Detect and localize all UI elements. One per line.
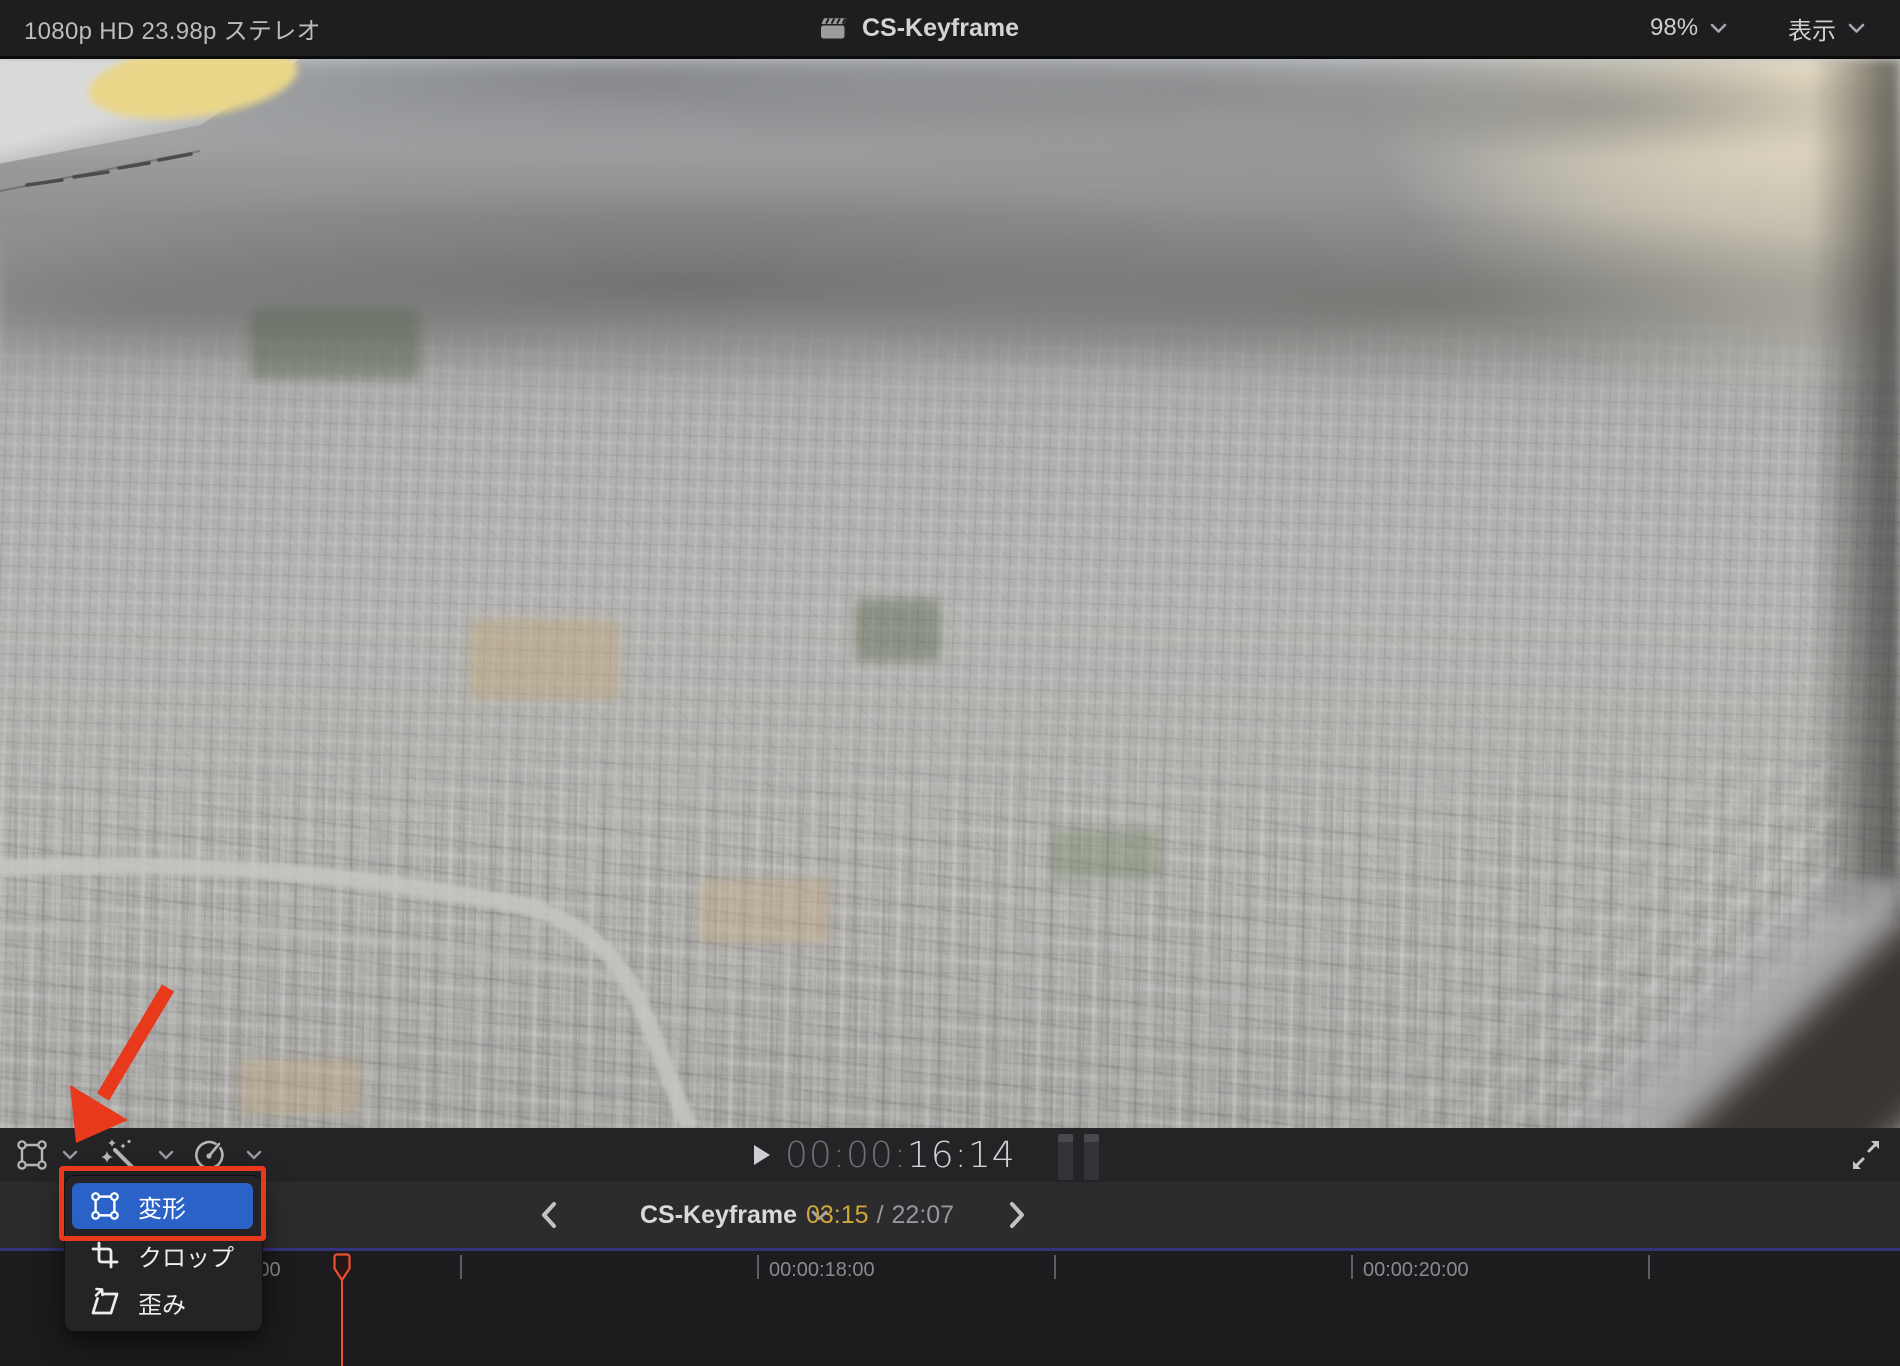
timecode-current: 16:14 (906, 1134, 1016, 1176)
transform-icon (17, 1140, 47, 1170)
menu-item-label: クロップ (138, 1244, 234, 1272)
chevron-left-icon (542, 1202, 556, 1228)
tan-field-patch (470, 619, 620, 699)
playhead[interactable] (332, 1251, 352, 1366)
aerial-city-photo (0, 59, 1900, 1128)
clapperboard-icon (818, 16, 848, 40)
ruler-tick (1648, 1255, 1650, 1279)
total-time: 22:07 (891, 1200, 955, 1229)
format-label: 1080p HD 23.98p ステレオ (24, 17, 321, 45)
timecode-display[interactable]: 00:00:16:14 (785, 1135, 1016, 1176)
crop-icon (91, 1241, 119, 1269)
ruler-tick (757, 1255, 759, 1279)
timeline-ruler[interactable]: 00:00:16:0000:00:18:0000:00:20:00 (0, 1251, 1900, 1366)
timeline-project-dropdown[interactable]: CS-Keyframe (640, 1182, 828, 1248)
viewer-canvas[interactable] (0, 56, 1900, 1128)
play-button[interactable] (753, 1144, 771, 1166)
project-title: CS-Keyframe (862, 13, 1020, 42)
playhead-line (340, 1279, 344, 1366)
ruler-label: 00:00:20:00 (1363, 1259, 1469, 1281)
elapsed-time: 03:15 (806, 1200, 869, 1229)
audio-meter-right (1084, 1134, 1099, 1180)
green-park-patch (855, 599, 940, 661)
green-field-patch (1050, 829, 1160, 881)
next-project-button[interactable] (1008, 1182, 1026, 1248)
green-hill-patch (250, 309, 420, 379)
audio-meter-left (1058, 1134, 1073, 1180)
timeline-header: CS-Keyframe 03:15 / 22:07 (0, 1182, 1900, 1248)
menu-item-distort[interactable]: 歪み (72, 1279, 253, 1325)
viewer-toolbar: 00:00:16:14 (0, 1128, 1900, 1182)
timecode-prefix: 00:00: (785, 1134, 907, 1176)
annotation-highlight-box (59, 1166, 266, 1241)
ruler-label: 00:00:18:00 (769, 1259, 875, 1281)
timeline-time-display: 03:15 / 22:07 (806, 1182, 954, 1248)
river (0, 856, 698, 1128)
ruler-tick (1351, 1255, 1353, 1279)
chevron-down-icon (1848, 23, 1865, 34)
wing-static-wicks (0, 150, 201, 192)
fullscreen-button[interactable] (1846, 1128, 1886, 1182)
transform-tool-button[interactable] (16, 1128, 48, 1182)
ruler-tick (1054, 1255, 1056, 1279)
timeline-top-border (0, 1248, 1900, 1251)
fullscreen-arrows-icon (1853, 1141, 1879, 1169)
chevron-down-icon (1710, 23, 1727, 34)
time-separator: / (876, 1200, 884, 1229)
menu-item-label: 歪み (138, 1291, 186, 1319)
zoom-level-dropdown[interactable]: 98% (1650, 0, 1727, 56)
timeline-project-name: CS-Keyframe (640, 1200, 798, 1229)
view-options-dropdown[interactable]: 表示 (1788, 0, 1865, 56)
previous-project-button[interactable] (540, 1182, 558, 1248)
ruler-tick (460, 1255, 462, 1279)
view-label: 表示 (1788, 17, 1836, 45)
viewer-top-bar: 1080p HD 23.98p ステレオ CS-Keyframe 98% 表示 (0, 0, 1900, 56)
distort-icon (91, 1287, 119, 1315)
chevron-right-icon (1010, 1202, 1024, 1228)
zoom-level-value: 98% (1650, 14, 1699, 41)
